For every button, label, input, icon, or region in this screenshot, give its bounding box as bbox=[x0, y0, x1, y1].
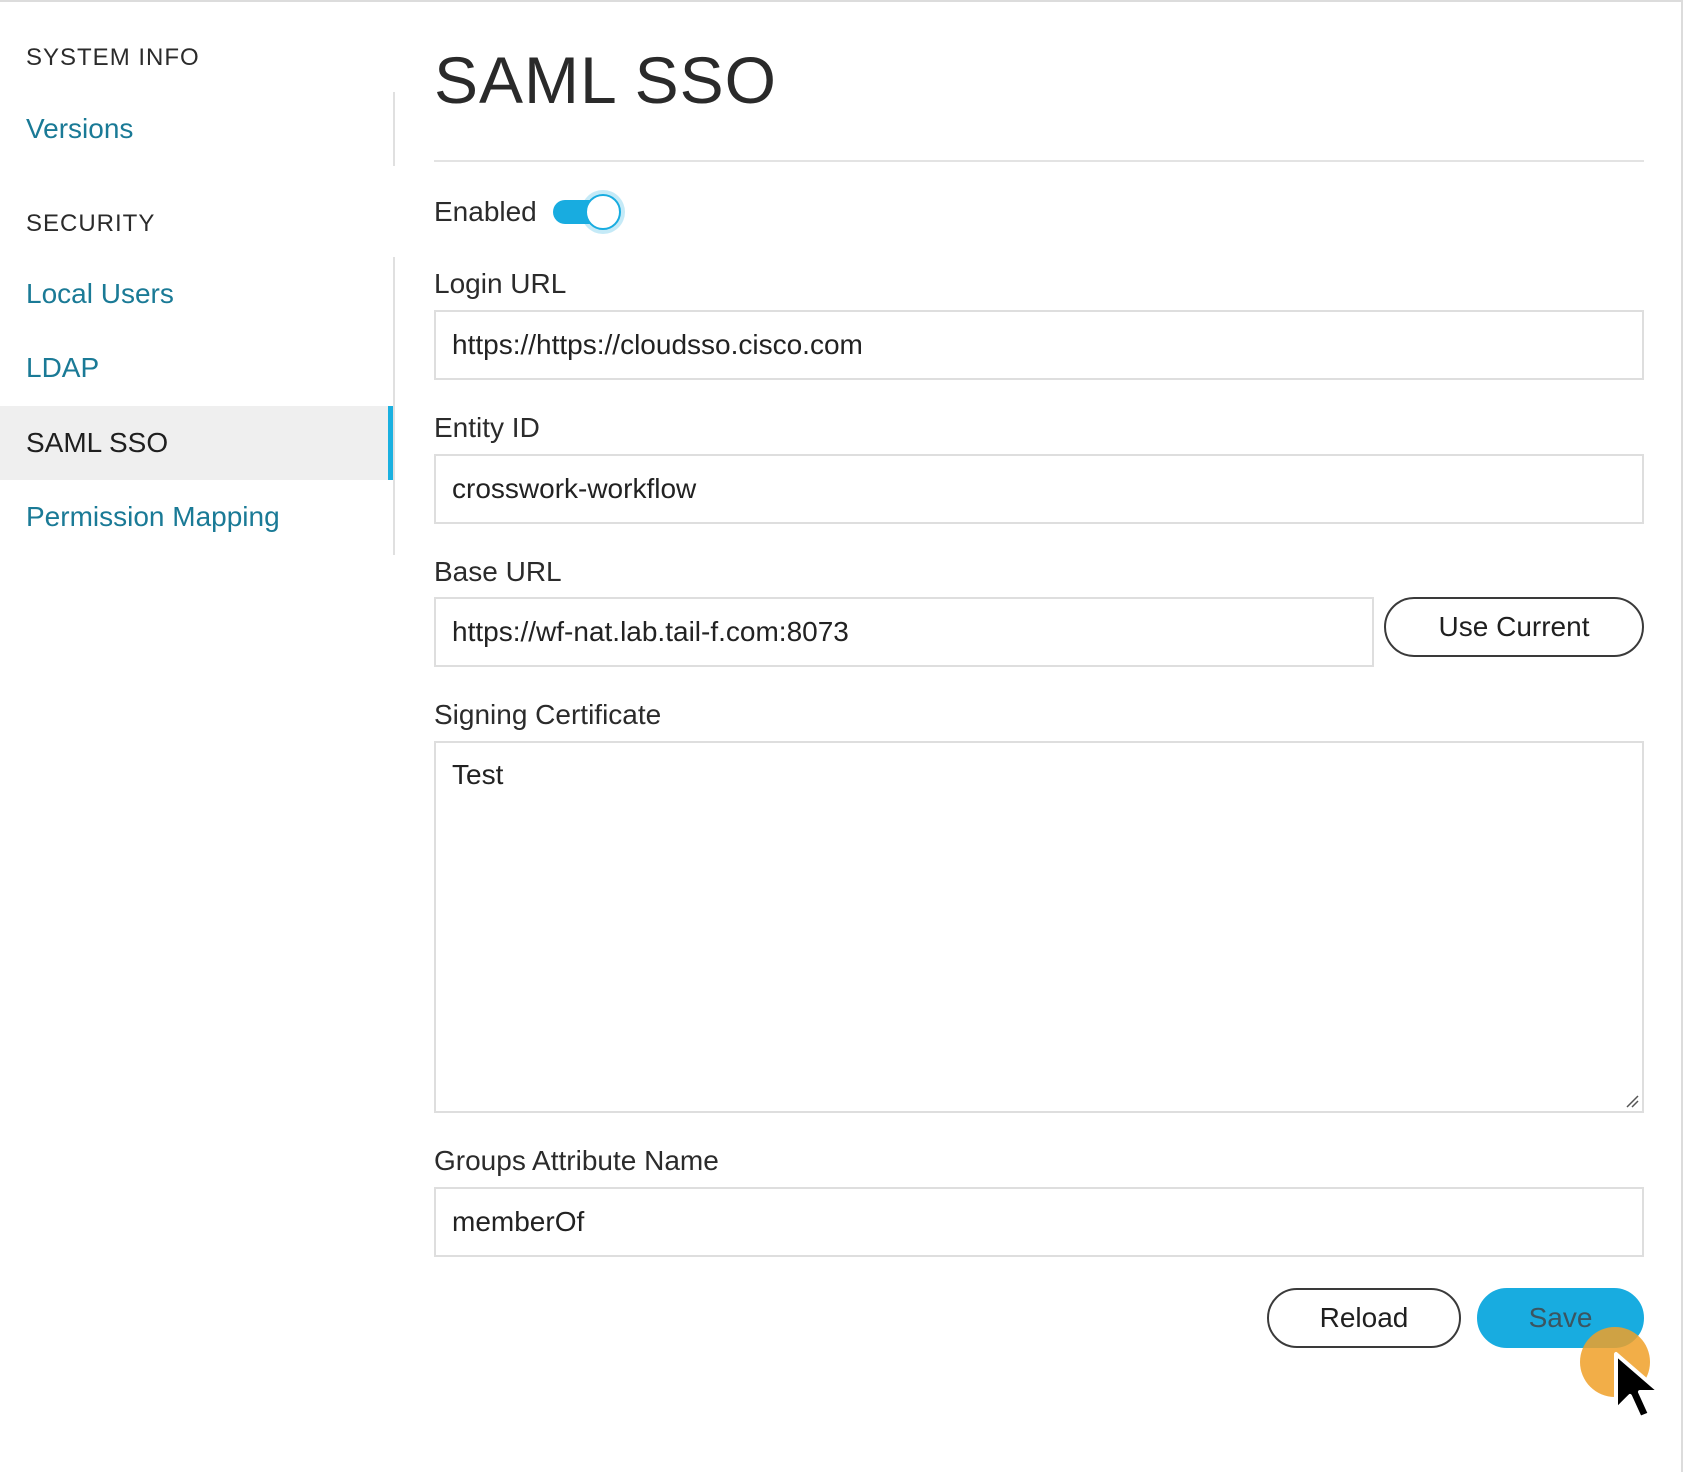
login-url-input[interactable] bbox=[434, 310, 1644, 380]
section-heading-security: SECURITY bbox=[26, 210, 156, 237]
groups-attribute-label: Groups Attribute Name bbox=[434, 1145, 719, 1176]
entity-id-label: Entity ID bbox=[434, 412, 540, 443]
enabled-toggle[interactable] bbox=[552, 192, 623, 232]
enabled-label: Enabled bbox=[434, 196, 537, 227]
settings-window: SYSTEM INFO Versions SECURITY Local User… bbox=[0, 0, 1683, 1472]
enabled-row: Enabled bbox=[434, 192, 623, 232]
toggle-knob bbox=[584, 194, 621, 230]
signing-certificate-label: Signing Certificate bbox=[434, 699, 662, 730]
settings-sidebar: SYSTEM INFO Versions SECURITY Local User… bbox=[0, 2, 395, 602]
mouse-pointer-icon bbox=[1614, 1352, 1662, 1420]
title-divider bbox=[434, 160, 1644, 162]
base-url-input[interactable] bbox=[434, 597, 1374, 667]
groups-attribute-input[interactable] bbox=[434, 1187, 1644, 1257]
sidebar-item-saml-sso[interactable]: SAML SSO bbox=[0, 406, 393, 480]
login-url-label: Login URL bbox=[434, 268, 567, 299]
sidebar-item-versions[interactable]: Versions bbox=[0, 92, 393, 166]
section-heading-system-info: SYSTEM INFO bbox=[26, 44, 200, 71]
page-title: SAML SSO bbox=[434, 43, 777, 117]
sidebar-item-local-users[interactable]: Local Users bbox=[0, 257, 393, 331]
resize-grip-icon[interactable] bbox=[1625, 1094, 1639, 1108]
base-url-label: Base URL bbox=[434, 556, 562, 587]
sidebar-item-ldap[interactable]: LDAP bbox=[0, 331, 393, 405]
signing-certificate-textarea[interactable]: Test bbox=[434, 741, 1644, 1113]
nav-group-divider bbox=[393, 92, 395, 166]
use-current-button[interactable]: Use Current bbox=[1384, 597, 1644, 657]
nav-group-divider bbox=[393, 257, 395, 555]
sidebar-item-permission-mapping[interactable]: Permission Mapping bbox=[0, 480, 393, 554]
reload-button[interactable]: Reload bbox=[1267, 1288, 1461, 1348]
entity-id-input[interactable] bbox=[434, 454, 1644, 524]
